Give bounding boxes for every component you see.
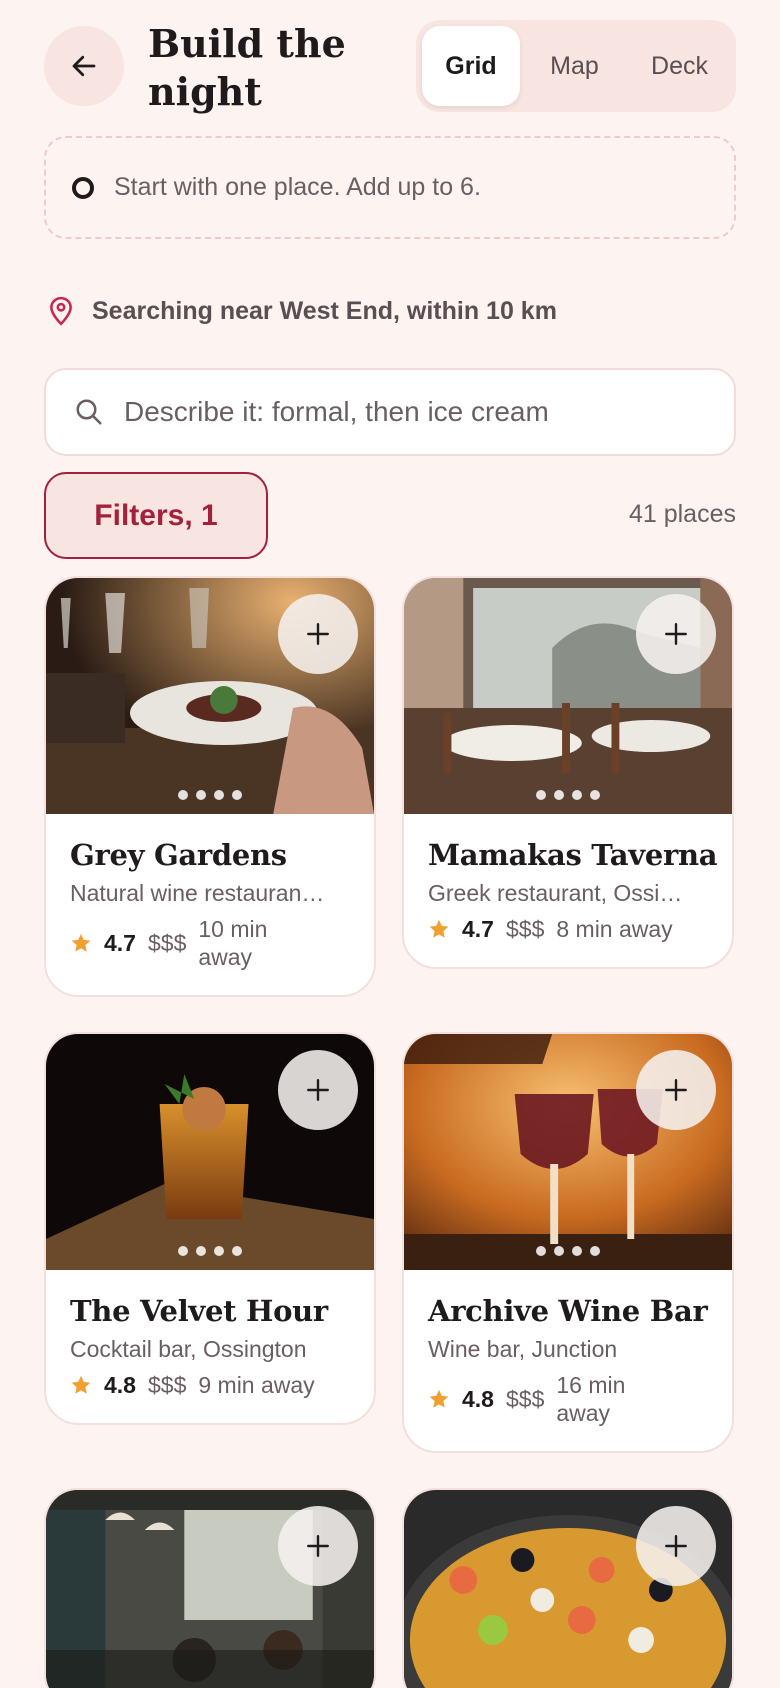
star-icon: [429, 919, 449, 938]
plus-icon: [307, 623, 329, 645]
place-category: Natural wine restauran…: [70, 880, 325, 906]
location-row: Searching near West End, within 10 km: [48, 296, 557, 326]
result-count: 41 places: [628, 500, 736, 528]
place-rating: 4.7: [462, 915, 494, 942]
place-card[interactable]: [44, 1488, 376, 1688]
map-pin-icon: [50, 296, 72, 326]
place-price: $$$: [505, 1385, 545, 1412]
place-photo: [46, 1034, 374, 1270]
star-icon: [71, 933, 91, 952]
star-icon: [71, 1375, 91, 1394]
tab-map[interactable]: Map: [524, 26, 625, 106]
place-price: $$$: [147, 929, 187, 956]
place-category: Wine bar, Junction: [428, 1336, 618, 1362]
search-input[interactable]: Describe it: formal, then ice cream: [44, 368, 736, 456]
filters-button[interactable]: Filters, 1: [44, 472, 268, 559]
place-card[interactable]: Mamakas Taverna Greek restaurant, Ossi… …: [402, 576, 734, 969]
place-price: $$$: [147, 1371, 187, 1398]
photo-pagination: [404, 790, 732, 800]
place-photo: [404, 1490, 732, 1688]
place-name: Grey Gardens: [70, 838, 287, 872]
add-place-button[interactable]: [278, 594, 358, 674]
view-switcher: Grid Map Deck: [416, 20, 736, 112]
photo-pagination: [46, 790, 374, 800]
add-place-button[interactable]: [636, 594, 716, 674]
place-card[interactable]: [402, 1488, 734, 1688]
place-photo: [46, 578, 374, 814]
plus-icon: [307, 1535, 329, 1557]
search-icon: [76, 399, 102, 425]
plus-icon: [665, 623, 687, 645]
place-photo: [404, 578, 732, 814]
place-distance: 10 min away: [198, 916, 268, 970]
page-title: Build the night: [148, 21, 346, 114]
place-name: Mamakas Taverna: [428, 838, 718, 872]
place-distance: 8 min away: [556, 916, 673, 942]
photo-pagination: [404, 1246, 732, 1256]
star-icon: [429, 1389, 449, 1408]
plus-icon: [665, 1535, 687, 1557]
place-category: Greek restaurant, Ossi…: [428, 880, 683, 906]
add-place-button[interactable]: [278, 1050, 358, 1130]
place-rating: 4.8: [462, 1385, 494, 1412]
location-text: Searching near West End, within 10 km: [92, 296, 557, 325]
place-rating: 4.7: [104, 929, 136, 956]
arrow-left-icon: [72, 55, 96, 77]
place-card[interactable]: The Velvet Hour Cocktail bar, Ossington …: [44, 1032, 376, 1425]
header: Build the night Grid Map Deck: [0, 0, 780, 130]
circle-icon: [72, 176, 94, 199]
place-price: $$$: [505, 915, 545, 942]
plus-icon: [665, 1079, 687, 1101]
plus-icon: [307, 1079, 329, 1101]
place-distance: 16 min away: [556, 1372, 626, 1426]
search-placeholder: Describe it: formal, then ice cream: [124, 396, 549, 427]
add-place-button[interactable]: [636, 1050, 716, 1130]
place-name: The Velvet Hour: [70, 1294, 328, 1328]
place-photo: [46, 1490, 374, 1688]
place-card[interactable]: Grey Gardens Natural wine restauran… 4.7…: [44, 576, 376, 997]
add-place-button[interactable]: [636, 1506, 716, 1586]
place-name: Archive Wine Bar: [428, 1294, 708, 1328]
back-button[interactable]: [44, 26, 124, 106]
place-rating: 4.8: [104, 1371, 136, 1398]
itinerary-empty-slot: Start with one place. Add up to 6.: [44, 136, 736, 239]
tab-grid[interactable]: Grid: [422, 26, 520, 106]
tab-deck[interactable]: Deck: [629, 26, 730, 106]
add-place-button[interactable]: [278, 1506, 358, 1586]
photo-pagination: [46, 1246, 374, 1256]
place-photo: [404, 1034, 732, 1270]
place-distance: 9 min away: [198, 1372, 315, 1398]
place-category: Cocktail bar, Ossington: [70, 1336, 307, 1362]
start-prompt: Start with one place. Add up to 6.: [114, 173, 481, 201]
place-card[interactable]: Archive Wine Bar Wine bar, Junction 4.8 …: [402, 1032, 734, 1453]
